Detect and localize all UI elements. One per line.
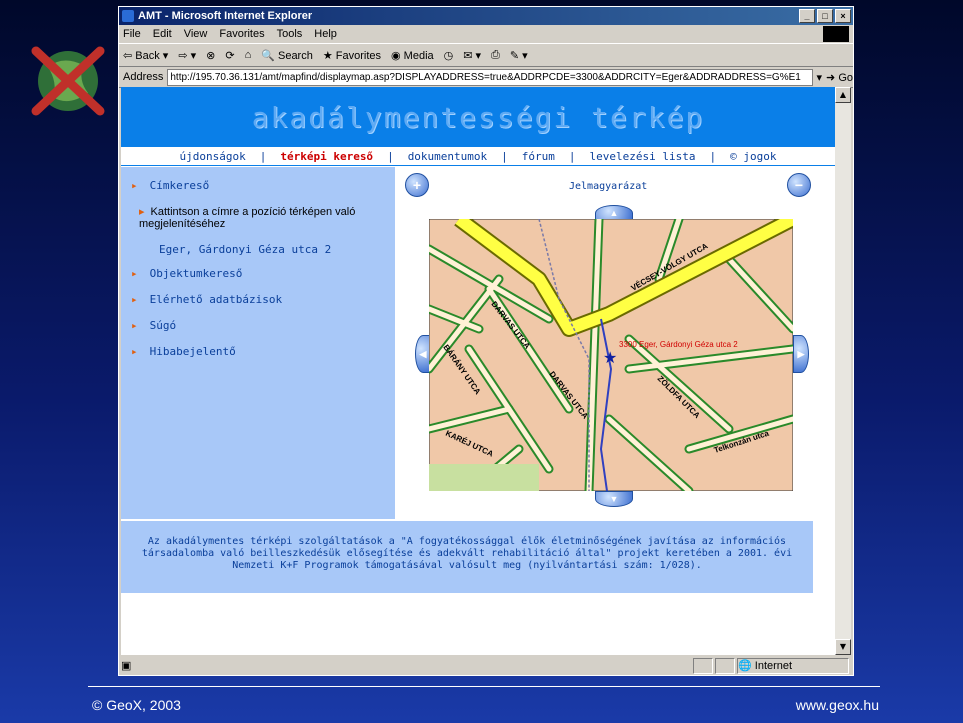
status-bar: ▣ 🌐 Internet — [121, 657, 851, 674]
sidebar-label: Címkereső — [149, 179, 210, 192]
nav-map-search[interactable]: térképi kereső — [280, 150, 373, 163]
zoom-out-button[interactable]: − — [787, 173, 811, 197]
home-icon[interactable]: ⌂ — [245, 49, 252, 61]
pan-right-button[interactable]: ▶ — [793, 335, 809, 373]
nav-sep: | — [568, 149, 576, 163]
sidebar-hint: ▸ Kattintson a címre a pozíció térképen v… — [139, 205, 379, 230]
menu-tools[interactable]: Tools — [277, 28, 303, 40]
history-icon[interactable]: ◷ — [444, 49, 454, 62]
slide-website: www.geox.hu — [795, 697, 879, 713]
search-button[interactable]: 🔍 Search — [261, 49, 313, 62]
site-banner: akadálymentességi térkép — [121, 87, 835, 147]
sidebar-label: Objektumkereső — [149, 267, 243, 280]
windows-logo-icon — [823, 26, 849, 42]
slide-divider — [88, 686, 880, 687]
menu-file[interactable]: File — [123, 28, 141, 40]
sidebar-label: Súgó — [149, 319, 177, 332]
close-button[interactable]: × — [835, 9, 851, 23]
bullet-icon: ▸ — [131, 319, 138, 332]
stop-icon[interactable]: ⊗ — [206, 49, 215, 62]
nav-news[interactable]: újdonságok — [179, 150, 245, 163]
bullet-icon: ▸ — [131, 179, 138, 192]
bullet-icon: ▸ — [131, 267, 138, 280]
forward-button[interactable]: ⇨ ▾ — [178, 49, 196, 62]
nav-rights[interactable]: © jogok — [730, 150, 776, 163]
address-bar: Address http://195.70.36.131/amt/mapfind… — [119, 67, 853, 88]
sidebar-item-help[interactable]: ▸ Súgó — [131, 319, 176, 332]
zone-label: Internet — [754, 659, 793, 672]
title-bar: AMT - Microsoft Internet Explorer _ □ × — [119, 7, 853, 25]
address-input[interactable]: http://195.70.36.131/amt/mapfind/display… — [167, 68, 813, 86]
edit-icon[interactable]: ✎ ▾ — [510, 49, 528, 62]
sidebar-item-databases[interactable]: ▸ Elérhető adatbázisok — [131, 293, 282, 306]
nav-sep: | — [709, 149, 717, 163]
address-label: Address — [123, 71, 164, 83]
go-label: Go — [838, 71, 853, 84]
window-title: AMT - Microsoft Internet Explorer — [138, 10, 313, 22]
nav-documents[interactable]: dokumentumok — [408, 150, 487, 163]
vertical-scrollbar[interactable]: ▲ ▼ — [835, 87, 851, 655]
sidebar: ▸ Címkereső ▸ Kattintson a címre a pozíció… — [121, 167, 395, 519]
street-map[interactable]: ★ 3300 Eger, Gárdonyi Géza utca 2 VÉCSEY… — [429, 219, 793, 491]
menu-edit[interactable]: Edit — [153, 28, 172, 40]
bullet-icon: ▸ — [131, 293, 138, 306]
map-panel: + Jelmagyarázat − ▲ ◀ ▶ ▼ ★ 3300 Eger, G… — [395, 167, 813, 519]
location-star-icon: ★ — [603, 348, 617, 367]
project-footer: Az akadálymentes térképi szolgáltatások … — [121, 521, 813, 593]
sidebar-item-bug-report[interactable]: ▸ Hibabejelentő — [131, 345, 236, 358]
pan-down-button[interactable]: ▼ — [595, 491, 633, 507]
nav-mailing-list[interactable]: levelezési lista — [590, 150, 696, 163]
slide-copyright: © GeoX, 2003 — [92, 697, 181, 713]
nav-forum[interactable]: fórum — [522, 150, 555, 163]
menu-favorites[interactable]: Favorites — [219, 28, 264, 40]
favorites-button[interactable]: ★ Favorites — [323, 49, 381, 62]
favorites-label: Favorites — [335, 49, 382, 62]
bullet-icon: ▸ — [131, 345, 138, 358]
zoom-in-button[interactable]: + — [405, 173, 429, 197]
back-label: Back — [135, 49, 160, 62]
page-content: akadálymentességi térkép újdonságok | té… — [121, 87, 835, 655]
page-icon: ▣ — [121, 660, 132, 672]
nav-sep: | — [387, 149, 394, 163]
back-button[interactable]: ⇦ Back ▾ — [123, 49, 168, 62]
bullet-icon: ▸ — [139, 206, 145, 218]
status-cell — [715, 657, 735, 674]
legend-link[interactable]: Jelmagyarázat — [569, 181, 647, 192]
menu-help[interactable]: Help — [314, 28, 337, 40]
browser-window: AMT - Microsoft Internet Explorer _ □ × … — [118, 6, 854, 676]
scroll-down-icon[interactable]: ▼ — [835, 639, 851, 655]
minimize-button[interactable]: _ — [799, 9, 815, 23]
menu-view[interactable]: View — [184, 28, 208, 40]
mail-icon[interactable]: ✉ ▾ — [463, 49, 481, 62]
refresh-icon[interactable]: ⟳ — [225, 49, 234, 62]
address-result-link[interactable]: Eger, Gárdonyi Géza utca 2 — [159, 243, 331, 256]
go-button[interactable]: ➜ Go — [826, 71, 853, 84]
ie-icon — [122, 10, 134, 22]
geox-logo — [28, 45, 108, 117]
search-label: Search — [277, 49, 313, 62]
status-cell — [693, 657, 713, 674]
hint-text: Kattintson a címre a pozíció térképen va… — [139, 206, 356, 230]
site-nav: újdonságok | térképi kereső | dokumentum… — [121, 147, 835, 166]
status-zone: 🌐 Internet — [737, 657, 849, 674]
marker-label: 3300 Eger, Gárdonyi Géza utca 2 — [619, 340, 738, 349]
sidebar-label: Hibabejelentő — [149, 345, 236, 358]
sidebar-item-address-search[interactable]: ▸ Címkereső — [131, 179, 209, 192]
nav-sep: | — [259, 149, 267, 163]
media-label: Media — [403, 49, 434, 62]
address-dropdown-icon[interactable]: ▾ — [817, 71, 823, 84]
toolbar: ⇦ Back ▾ ⇨ ▾ ⊗ ⟳ ⌂ 🔍 Search ★ Favorites … — [119, 44, 853, 67]
print-icon[interactable]: ⎙ — [491, 49, 500, 62]
globe-icon: 🌐 — [738, 660, 752, 672]
scroll-up-icon[interactable]: ▲ — [835, 87, 851, 103]
media-button[interactable]: ◉ Media — [391, 49, 434, 62]
sidebar-item-object-search[interactable]: ▸ Objektumkereső — [131, 267, 242, 280]
maximize-button[interactable]: □ — [817, 9, 833, 23]
menu-bar: File Edit View Favorites Tools Help — [119, 25, 853, 44]
nav-sep: | — [501, 149, 508, 163]
sidebar-label: Elérhető adatbázisok — [149, 293, 283, 306]
